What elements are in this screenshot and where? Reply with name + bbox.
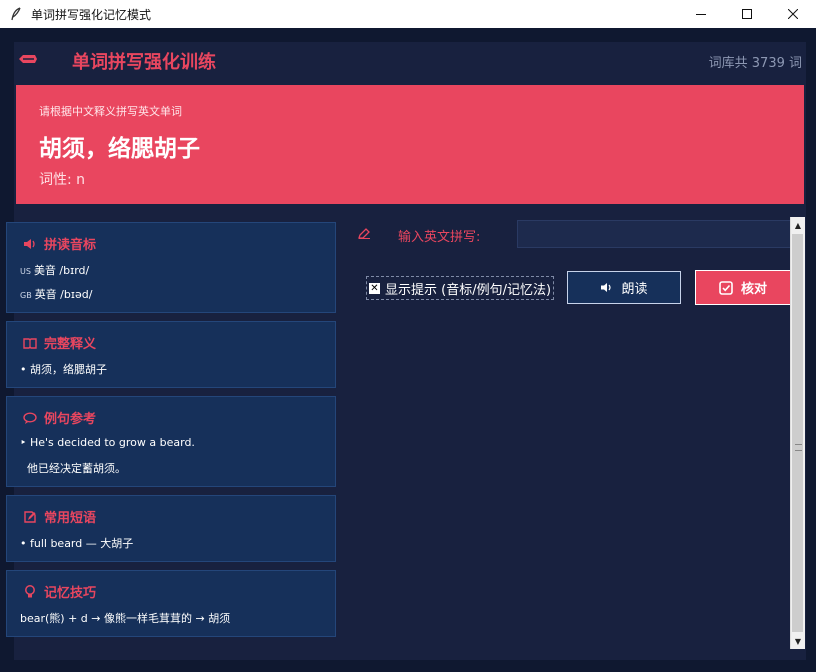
close-icon [788, 9, 798, 19]
speaker-icon [600, 282, 613, 293]
scroll-up-arrow-icon[interactable]: ▲ [791, 218, 805, 232]
scrollbar-thumb[interactable] [792, 234, 803, 632]
speech-bubble-icon [22, 410, 38, 426]
minimize-icon [696, 14, 706, 15]
card-title: 例句参考 [44, 412, 97, 427]
app-title: 单词拼写强化训练 [72, 52, 216, 73]
title-bar: 单词拼写强化记忆模式 [0, 0, 816, 28]
minimize-button[interactable] [678, 0, 724, 28]
gb-phonetic: GB 英音 /bɪəd/ [20, 288, 93, 301]
meaning-banner: 请根据中文释义拼写英文单词 胡须，络腮胡子 词性: n [16, 85, 804, 204]
app-header: 单词拼写强化训练 词库共 3739 词 [14, 42, 806, 84]
example-chinese: 他已经决定蓄胡须。 [27, 462, 126, 475]
read-aloud-label: 朗读 [621, 282, 648, 297]
close-button[interactable] [770, 0, 816, 28]
definition-card: 完整释义 • 胡须，络腮胡子 [6, 321, 336, 388]
pencil-icon [18, 50, 38, 71]
checkbox-checked-icon: ✕ [369, 282, 380, 294]
card-title: 常用短语 [44, 511, 97, 526]
us-phonetic: US 美音 /bɪrd/ [20, 264, 90, 277]
phrase-card: 常用短语 • full beard — 大胡子 [6, 495, 336, 562]
banner-hint: 请根据中文释义拼写英文单词 [39, 105, 182, 118]
app-window: 单词拼写强化训练 词库共 3739 词 请根据中文释义拼写英文单词 胡须，络腮胡… [0, 28, 816, 672]
window-title: 单词拼写强化记忆模式 [31, 7, 152, 22]
show-hint-label: 显示提示 (音标/例句/记忆法) [385, 282, 552, 298]
phonetic-card: 拼读音标 US 美音 /bɪrd/ GB 英音 /bɪəd/ [6, 222, 336, 313]
memory-card: 记忆技巧 bear(熊) + d → 像熊一样毛茸茸的 → 胡须 [6, 570, 336, 637]
feather-icon [9, 7, 23, 21]
book-icon [22, 335, 38, 351]
example-card: 例句参考 ‣ He's decided to grow a beard. 他已经… [6, 396, 336, 487]
pencil-icon [358, 228, 371, 242]
memory-line: bear(熊) + d → 像熊一样毛茸茸的 → 胡须 [20, 612, 231, 625]
scroll-down-arrow-icon[interactable]: ▼ [791, 634, 805, 648]
maximize-button[interactable] [724, 0, 770, 28]
read-aloud-button[interactable]: 朗读 [567, 271, 681, 304]
word-count: 词库共 3739 词 [708, 56, 802, 71]
example-english: ‣ He's decided to grow a beard. [20, 436, 195, 449]
check-answer-label: 核对 [740, 282, 767, 297]
card-title: 完整释义 [44, 337, 97, 352]
vertical-scrollbar[interactable]: ▲ ▼ [790, 217, 805, 649]
maximize-icon [742, 9, 752, 19]
part-of-speech: 词性: n [39, 172, 86, 188]
show-hint-checkbox[interactable]: ✕ 显示提示 (音标/例句/记忆法) [366, 276, 555, 300]
scrollbar-grip [795, 444, 802, 451]
spelling-input-label: 输入英文拼写: [398, 230, 481, 245]
lightbulb-icon [22, 584, 38, 600]
card-title: 拼读音标 [44, 238, 97, 253]
speaker-icon [22, 236, 38, 252]
chinese-meaning: 胡须，络腮胡子 [39, 136, 200, 162]
card-title: 记忆技巧 [44, 586, 97, 601]
checkbox-icon [719, 280, 733, 295]
edit-icon [22, 509, 38, 525]
phrase-line: • full beard — 大胡子 [20, 537, 134, 550]
spelling-input[interactable] [517, 220, 792, 248]
check-answer-button[interactable]: 核对 [695, 270, 791, 305]
definition-line: • 胡须，络腮胡子 [20, 363, 107, 376]
